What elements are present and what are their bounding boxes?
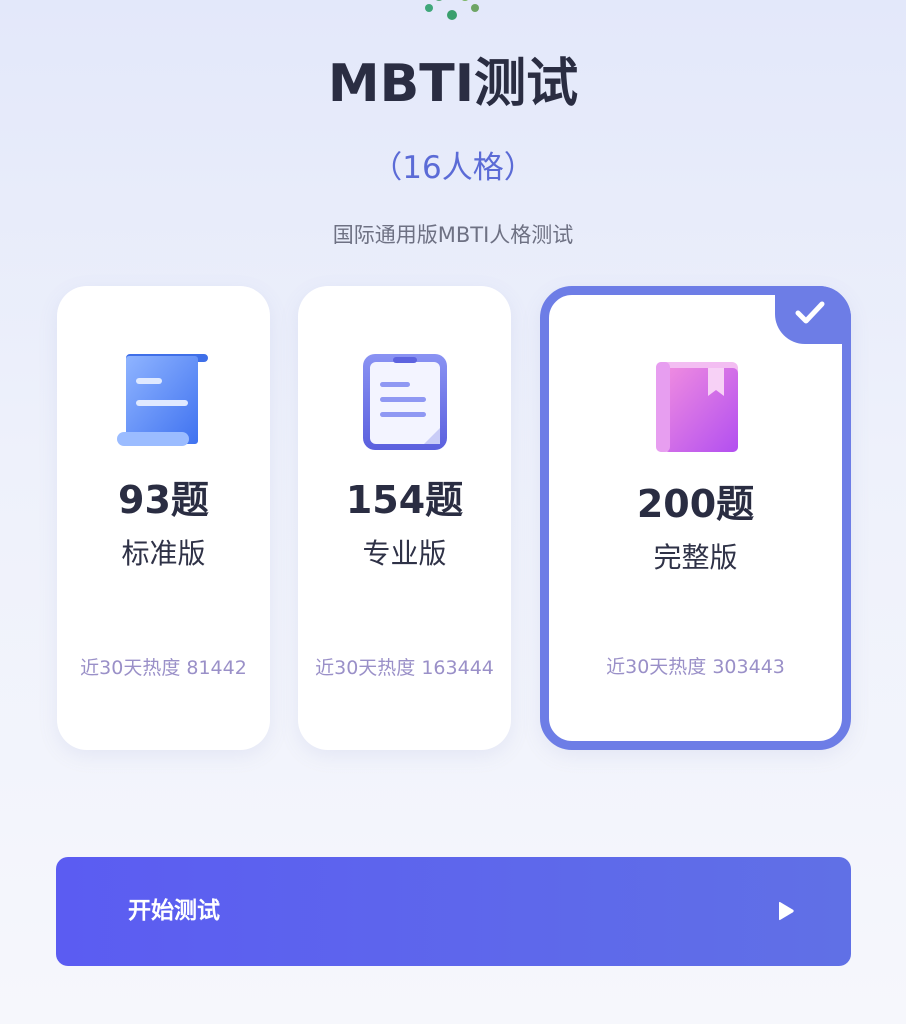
scroll-icon <box>116 354 208 446</box>
option-card-complete[interactable]: 200题 完整版 近30天热度 303443 <box>540 286 851 750</box>
page-subtitle: （16人格） <box>371 150 535 186</box>
edition-label: 完整版 <box>653 541 738 574</box>
selected-badge <box>775 286 851 344</box>
heat-stat: 近30天热度 303443 <box>606 656 785 678</box>
book-icon <box>655 362 738 452</box>
heat-stat: 近30天热度 81442 <box>80 657 247 679</box>
option-card-professional[interactable]: 154题 专业版 近30天热度 163444 <box>298 286 511 750</box>
logo-icon <box>425 0 479 20</box>
page-description: 国际通用版MBTI人格测试 <box>332 223 574 247</box>
clipboard-icon <box>362 354 447 450</box>
edition-label: 专业版 <box>362 537 447 570</box>
play-icon <box>779 901 794 921</box>
edition-label: 标准版 <box>121 537 206 570</box>
question-count: 154题 <box>345 478 464 522</box>
question-count: 93题 <box>118 478 209 522</box>
question-count: 200题 <box>636 482 755 526</box>
heat-stat: 近30天热度 163444 <box>315 657 494 679</box>
check-icon <box>795 301 825 324</box>
option-card-standard[interactable]: 93题 标准版 近30天热度 81442 <box>57 286 270 750</box>
start-test-button[interactable]: 开始测试 <box>56 857 851 966</box>
page-title: MBTI测试 <box>327 54 579 114</box>
start-test-label: 开始测试 <box>128 898 220 924</box>
